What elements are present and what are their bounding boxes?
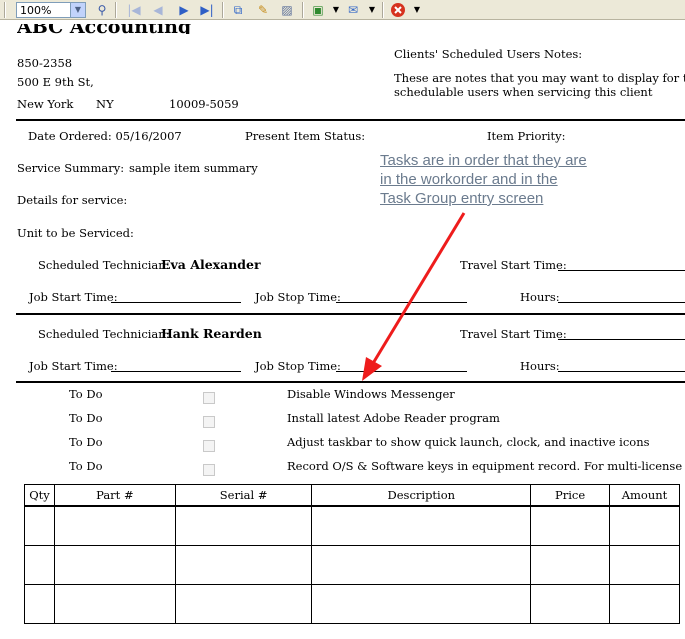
annotation-arrow-icon bbox=[362, 212, 466, 381]
